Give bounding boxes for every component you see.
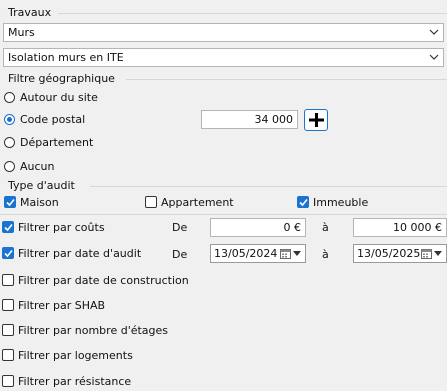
dropdown-arrow-icon [293, 251, 301, 256]
checkbox-unchecked [2, 375, 14, 387]
radio-indicator [4, 91, 15, 103]
radio-label: Aucun [20, 159, 55, 173]
date-audit-from-picker[interactable]: 13/05/2024 [210, 244, 306, 263]
plus-icon [309, 113, 324, 127]
checkbox-label: Maison [20, 195, 59, 209]
couts-to-input[interactable]: 10 000 € [353, 218, 447, 237]
checkbox-label: Filtrer par SHAB [18, 298, 106, 312]
checkbox-filtrer-resistance[interactable]: Filtrer par résistance [2, 373, 131, 389]
radio-label: Code postal [20, 112, 86, 126]
checkbox-unchecked [2, 349, 14, 361]
checkbox-label: Filtrer par nombre d'étages [18, 323, 169, 337]
checkbox-label: Immeuble [313, 195, 369, 209]
checkbox-filtrer-etages[interactable]: Filtrer par nombre d'étages [2, 322, 168, 338]
geo-filter-title: Filtre géographique [8, 72, 115, 85]
checkbox-filtrer-construction[interactable]: Filtrer par date de construction [2, 272, 189, 288]
checkbox-checked [2, 247, 14, 259]
checkbox-unchecked [2, 274, 14, 286]
audit-type-separator [90, 186, 447, 187]
checkbox-filtrer-shab[interactable]: Filtrer par SHAB [2, 297, 105, 313]
code-postal-input[interactable]: 34 000 [201, 110, 298, 129]
calendar-icon [280, 249, 291, 259]
checkbox-appartement[interactable]: Appartement [145, 194, 234, 210]
checkbox-filtrer-couts[interactable]: Filtrer par coûts [2, 219, 105, 235]
checkbox-label: Appartement [161, 195, 234, 209]
checkbox-maison[interactable]: Maison [4, 194, 59, 210]
travaux-category-value: Murs [8, 26, 35, 39]
travaux-type-combo[interactable]: Isolation murs en ITE [3, 48, 444, 67]
radio-label: Département [20, 135, 94, 149]
filters-separator [0, 214, 447, 215]
travaux-category-combo[interactable]: Murs [3, 23, 444, 42]
radio-departement[interactable]: Département [4, 134, 93, 150]
audit-type-title: Type d'audit [8, 179, 75, 192]
checkbox-immeuble[interactable]: Immeuble [297, 194, 368, 210]
checkbox-unchecked [2, 299, 14, 311]
calendar-icon [421, 249, 432, 259]
checkbox-filtrer-date-audit[interactable]: Filtrer par date d'audit [2, 245, 141, 261]
date-value: 13/05/2024 [214, 247, 278, 260]
checkbox-label: Filtrer par résistance [18, 374, 132, 388]
date-value: 13/05/2025 [357, 247, 421, 260]
geo-filter-separator [126, 79, 447, 80]
add-code-postal-button[interactable] [304, 109, 328, 131]
dropdown-arrow-icon [434, 251, 442, 256]
chevron-down-icon [429, 54, 439, 60]
date-audit-to-picker[interactable]: 13/05/2025 [353, 244, 447, 263]
couts-to-label: à [322, 221, 329, 234]
checkbox-filtrer-logements[interactable]: Filtrer par logements [2, 347, 133, 363]
date-audit-from-label: De [172, 248, 188, 261]
couts-from-label: De [172, 221, 188, 234]
radio-autour-du-site[interactable]: Autour du site [4, 89, 98, 105]
checkbox-checked [297, 196, 309, 208]
radio-indicator [4, 136, 15, 148]
radio-label: Autour du site [20, 90, 98, 104]
radio-indicator-selected [4, 113, 15, 125]
date-audit-to-label: à [322, 248, 329, 261]
travaux-type-value: Isolation murs en ITE [8, 51, 124, 64]
radio-code-postal[interactable]: Code postal [4, 111, 85, 127]
checkbox-label: Filtrer par coûts [18, 220, 105, 234]
couts-from-input[interactable]: 0 € [210, 218, 306, 237]
checkbox-label: Filtrer par date de construction [18, 273, 189, 287]
checkbox-label: Filtrer par date d'audit [18, 246, 142, 260]
checkbox-unchecked [2, 324, 14, 336]
checkbox-label: Filtrer par logements [18, 348, 133, 362]
travaux-title: Travaux [8, 6, 52, 19]
radio-indicator [4, 160, 15, 172]
chevron-down-icon [429, 29, 439, 35]
checkbox-unchecked [145, 196, 157, 208]
checkbox-checked [2, 221, 14, 233]
checkbox-checked [4, 196, 16, 208]
radio-aucun[interactable]: Aucun [4, 158, 55, 174]
travaux-separator [58, 13, 447, 14]
